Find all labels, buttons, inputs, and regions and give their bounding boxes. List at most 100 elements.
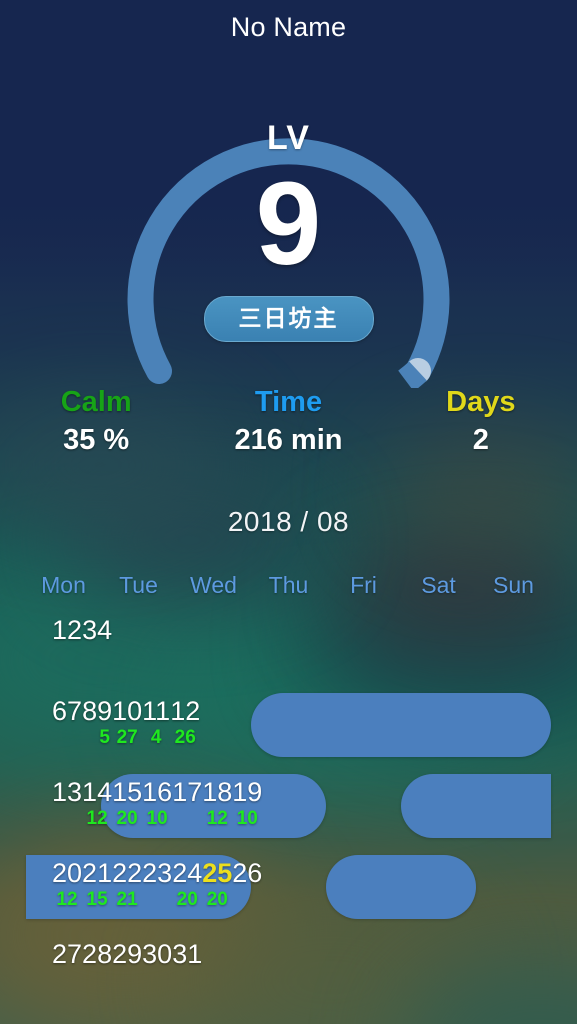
calendar-day-number: 17 <box>172 777 203 807</box>
level-gauge: LV 9 三日坊主 <box>0 48 577 388</box>
calendar-week-cells: 27 28 29 30 31 <box>26 930 228 1007</box>
stats-row: Calm 35 % Time 216 min Days 2 <box>0 384 577 459</box>
calendar-day-number: 10 <box>112 696 143 726</box>
stat-days-value: 2 <box>472 424 489 456</box>
calendar-week-row: 27 28 29 30 31 <box>0 930 577 1007</box>
calendar-week-row: 6 7 8 9 5 10 27 11 4 12 26 <box>0 687 577 764</box>
calendar-week-row: 1234 <box>0 606 577 683</box>
calendar-day-cell[interactable]: 28 <box>82 930 112 1007</box>
calendar-day-cell[interactable]: 17 <box>172 768 202 845</box>
calendar-day-number: 7 <box>67 696 83 726</box>
calendar-streak-pill <box>251 693 551 757</box>
calendar-day-cell[interactable]: 26 <box>232 849 262 926</box>
calendar-day-cell[interactable]: 11 4 <box>142 687 170 764</box>
rank-badge[interactable]: 三日坊主 <box>203 296 374 342</box>
stat-calm-value: 35 % <box>63 424 130 456</box>
calendar-week-row: 13 14 12 15 20 16 10 17 18 12 19 10 <box>0 768 577 845</box>
calendar-day-cell[interactable]: 12 26 <box>170 687 200 764</box>
calendar-day-minutes: 20 <box>206 889 228 910</box>
calendar-day-number: 14 <box>82 777 113 807</box>
calendar-weekday-header: Mon Tue Wed Thu Fri Sat Sun <box>0 570 577 602</box>
calendar-weekday-thu: Thu <box>268 572 309 598</box>
calendar-day-number: 11 <box>142 696 171 726</box>
calendar-day-cell[interactable]: 1 <box>52 606 67 683</box>
calendar-day-number: 30 <box>142 939 173 969</box>
calendar-day-cell[interactable]: 20 12 <box>52 849 82 926</box>
calendar-day-cell[interactable]: 19 10 <box>232 768 262 845</box>
calendar-day-minutes: 20 <box>176 889 198 910</box>
level-label: LV <box>267 119 310 157</box>
calendar-day-number: 22 <box>112 858 143 888</box>
calendar-day-minutes: 15 <box>86 889 108 910</box>
calendar-day-minutes: 10 <box>146 808 168 829</box>
calendar-day-cell[interactable]: 25 20 <box>202 849 232 926</box>
calendar-week-cells: 6 7 8 9 5 10 27 11 4 12 26 <box>26 687 226 764</box>
calendar-month-label: 2018 / 08 <box>227 506 350 537</box>
calendar-day-cell[interactable]: 2 <box>67 606 82 683</box>
calendar-week-cells: 20 12 21 15 22 21 23 24 20 25 20 26 <box>26 849 288 926</box>
calendar-day-minutes: 26 <box>174 727 196 748</box>
page-content: No Name LV 9 三日坊主 Calm 35 % Time 216 min… <box>0 0 577 1007</box>
calendar-weekday-tue: Tue <box>119 572 158 598</box>
calendar-day-cell[interactable]: 4 <box>97 606 112 683</box>
ring-arc-tip <box>398 361 427 388</box>
calendar-day-number: 26 <box>232 858 263 888</box>
calendar-day-number: 31 <box>172 939 203 969</box>
calendar-day-number: 25 <box>202 858 233 888</box>
calendar-day-minutes: 12 <box>206 808 228 829</box>
calendar-day-number: 3 <box>82 615 98 645</box>
calendar-day-number: 8 <box>82 696 98 726</box>
calendar-day-number: 4 <box>97 615 113 645</box>
calendar-day-minutes: 12 <box>86 808 108 829</box>
calendar-day-number: 12 <box>170 696 201 726</box>
calendar-day-cell[interactable]: 24 20 <box>172 849 202 926</box>
calendar-day-number: 1 <box>52 615 68 645</box>
calendar-weekday-fri: Fri <box>350 572 377 598</box>
calendar-day-cell[interactable]: 7 <box>67 687 82 764</box>
stat-time-label: Time <box>254 386 323 418</box>
calendar-day-cell[interactable]: 10 27 <box>112 687 142 764</box>
calendar-week-cells: 13 14 12 15 20 16 10 17 18 12 19 10 <box>26 768 288 845</box>
calendar-day-number: 24 <box>172 858 203 888</box>
calendar-day-cell[interactable]: 16 10 <box>142 768 172 845</box>
stat-days-label: Days <box>446 386 516 418</box>
calendar-day-cell[interactable]: 3 <box>82 606 97 683</box>
calendar-day-minutes: 5 <box>99 727 110 748</box>
calendar-day-cell[interactable]: 23 <box>142 849 172 926</box>
calendar-day-number: 21 <box>82 858 113 888</box>
calendar-day-cell[interactable]: 18 12 <box>202 768 232 845</box>
app-root: No Name LV 9 三日坊主 Calm 35 % Time 216 min… <box>0 0 577 1024</box>
calendar-day-number: 23 <box>142 858 173 888</box>
calendar-day-cell[interactable]: 30 <box>142 930 172 1007</box>
calendar-day-number: 6 <box>52 696 68 726</box>
calendar-day-cell[interactable]: 27 <box>52 930 82 1007</box>
calendar-day-cell[interactable]: 31 <box>172 930 202 1007</box>
calendar-day-cell[interactable]: 21 15 <box>82 849 112 926</box>
calendar-day-cell[interactable]: 22 21 <box>112 849 142 926</box>
calendar-day-cell[interactable]: 13 <box>52 768 82 845</box>
stat-calm: Calm 35 % <box>0 384 192 459</box>
calendar-day-minutes: 21 <box>116 889 138 910</box>
calendar-weekday-sun: Sun <box>493 572 534 598</box>
stat-calm-label: Calm <box>60 386 132 418</box>
level-value: 9 <box>255 158 322 290</box>
calendar-streak-pill <box>401 774 551 838</box>
calendar-day-number: 16 <box>142 777 173 807</box>
stat-time: Time 216 min <box>192 384 384 459</box>
calendar-day-cell[interactable]: 15 20 <box>112 768 142 845</box>
calendar-day-number: 29 <box>112 939 143 969</box>
calendar-body: 1 2 3 4 6 7 8 9 5 10 27 11 4 12 26 13 14 12 15 20 16 10 17 18 12… <box>0 606 577 1007</box>
calendar-day-cell[interactable]: 95 <box>97 687 112 764</box>
calendar-day-cell[interactable]: 29 <box>112 930 142 1007</box>
calendar-day-cell[interactable]: 14 12 <box>82 768 112 845</box>
calendar-day-cell[interactable]: 8 <box>82 687 97 764</box>
level-gauge-center: LV 9 三日坊主 <box>0 48 577 342</box>
calendar-weekday-mon: Mon <box>41 572 86 598</box>
stat-days: Days 2 <box>385 384 577 459</box>
calendar-day-number: 9 <box>97 696 113 726</box>
calendar-day-number: 28 <box>82 939 113 969</box>
calendar-day-cell[interactable]: 6 <box>52 687 67 764</box>
calendar-day-number: 13 <box>52 777 83 807</box>
calendar-day-number: 15 <box>112 777 143 807</box>
calendar-day-minutes: 4 <box>150 727 162 748</box>
